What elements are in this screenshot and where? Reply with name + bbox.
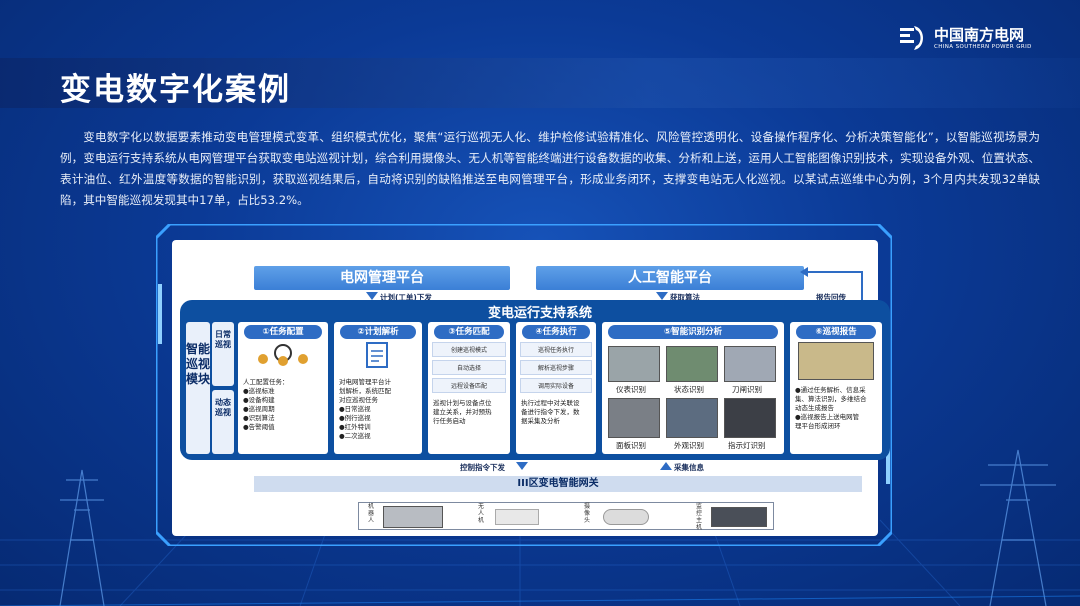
device-label: 无人机: [477, 503, 484, 524]
flow-box: 解析巡视步骤: [520, 360, 592, 375]
sub-dynamic: 动态巡视: [212, 390, 234, 454]
company-logo: 中国南方电网 CHINA SOUTHERN POWER GRID: [898, 22, 1068, 56]
photo-caption: 仪表识别: [616, 385, 646, 394]
gateway-bar: III区变电智能网关: [254, 476, 862, 492]
intro-paragraph: 变电数字化以数据要素推动变电管理模式变革、组织模式优化，聚焦“运行巡视无人化、维…: [60, 130, 1040, 207]
label-control: 控制指令下发: [460, 463, 505, 472]
device-label: 摄像头: [583, 503, 590, 524]
step-report: ⑥巡视报告 ●通过任务解析、信息采 集、算法识别，多维结合 动态生成报告 ●巡视…: [790, 322, 882, 454]
flow-box: 调用实际设备: [520, 378, 592, 393]
photo-panel: [608, 398, 660, 438]
step-line: 建立关系，并对预热: [433, 408, 492, 416]
document-icon: [366, 342, 388, 368]
step-line: ●例行巡视: [339, 414, 371, 422]
step-line: ●巡视周期: [243, 405, 275, 413]
sub-daily: 日常巡视: [212, 322, 234, 386]
photo-meter: [608, 346, 660, 382]
step-ai-recognition: ⑤智能识别分析 仪表识别 状态识别 刀闸识别 面板识别 外观识别 指示灯识别: [602, 322, 784, 454]
logo-text-en: CHINA SOUTHERN POWER GRID: [934, 44, 1032, 50]
photo-status: [666, 346, 718, 382]
step-line: ●日常巡视: [339, 405, 371, 413]
report-return-line: [800, 267, 863, 300]
photo-caption: 外观识别: [674, 441, 704, 450]
device-label: 机器人: [367, 503, 374, 524]
step-task-execute: ④任务执行 巡视任务执行 解析巡视步骤 调用实际设备 执行过程中对关联设 备进行…: [516, 322, 596, 454]
logo-icon: [900, 26, 923, 50]
step-line: 据采集及分析: [521, 417, 560, 425]
step-line: 执行过程中对关联设: [521, 399, 580, 407]
step-head: ③任务匹配: [434, 325, 504, 339]
step-line: 划解析，系统匹配: [339, 387, 391, 395]
report-image: [798, 342, 874, 380]
arrow-plan-down: [366, 292, 378, 300]
photo-indicator: [724, 398, 776, 438]
people-gear-icon: [258, 344, 308, 366]
step-line: ●巡视报告上送电网管: [795, 413, 860, 421]
arrow-collect-up: [660, 462, 672, 470]
step-head: ①任务配置: [244, 325, 322, 339]
step-line: ●告警阈值: [243, 423, 275, 431]
step-line: 行任务启动: [433, 417, 466, 425]
step-head: ④任务执行: [522, 325, 590, 339]
module-label: 智能巡视模块: [186, 322, 210, 454]
robot-image: [383, 506, 443, 528]
photo-appearance: [666, 398, 718, 438]
step-line: 备进行指令下发，数: [521, 408, 580, 416]
photo-switch: [724, 346, 776, 382]
label-collect: 采集信息: [674, 463, 704, 472]
arrow-algo-down: [656, 292, 668, 300]
flow-box: 远程设备匹配: [432, 378, 506, 393]
camera-icon: [603, 509, 649, 525]
step-line: ●识别算法: [243, 414, 275, 422]
step-line: 对应巡视任务: [339, 396, 378, 404]
photo-caption: 面板识别: [616, 441, 646, 450]
platform-grid-management: 电网管理平台: [254, 266, 510, 290]
flow-box: 巡视任务执行: [520, 342, 592, 357]
step-line: ●通过任务解析、信息采: [795, 386, 866, 394]
step-head: ⑤智能识别分析: [608, 325, 778, 339]
support-system-title: 变电运行支持系统: [487, 306, 592, 321]
device-row: 机器人 无人机 摄像头 监控主机: [358, 502, 774, 531]
logo-text-cn: 中国南方电网: [934, 26, 1025, 44]
step-line: 巡视计划与设备点位: [433, 399, 492, 407]
step-line: ●红外特训: [339, 423, 371, 431]
step-head: ②计划解析: [340, 325, 416, 339]
step-task-match: ③任务匹配 创建巡视模式 自动选择 远程设备匹配 巡视计划与设备点位 建立关系，…: [428, 322, 510, 454]
step-line: 集、算法识别，多维结合: [795, 395, 867, 403]
flow-box: 自动选择: [432, 360, 506, 375]
arrow-control-down: [516, 462, 528, 470]
step-line: ●设备构建: [243, 396, 275, 404]
photo-caption: 刀闸识别: [732, 385, 762, 394]
platform-ai: 人工智能平台: [536, 266, 804, 290]
step-line: 理平台形成闭环: [795, 422, 841, 430]
step-head: ⑥巡视报告: [796, 325, 876, 339]
step-line: 对电网管理平台计: [339, 378, 391, 386]
host-image: [711, 507, 767, 527]
photo-caption: 状态识别: [674, 385, 704, 394]
step-line: 人工配置任务：: [243, 378, 289, 386]
step-line: 动态生成报告: [795, 404, 834, 412]
flow-box: 创建巡视模式: [432, 342, 506, 357]
step-task-config: ①任务配置 人工配置任务： ●巡视标准 ●设备构建 ●巡视周期 ●识别算法 ●告…: [238, 322, 328, 454]
step-line: ●巡视标准: [243, 387, 275, 395]
photo-caption: 指示灯识别: [728, 441, 766, 450]
step-plan-parse: ②计划解析 对电网管理平台计 划解析，系统匹配 对应巡视任务 ●日常巡视 ●例行…: [334, 322, 422, 454]
page-title: 变电数字化案例: [60, 72, 291, 108]
step-line: ●二次巡视: [339, 432, 371, 440]
drone-icon: [495, 509, 539, 525]
device-label: 监控主机: [695, 503, 702, 531]
